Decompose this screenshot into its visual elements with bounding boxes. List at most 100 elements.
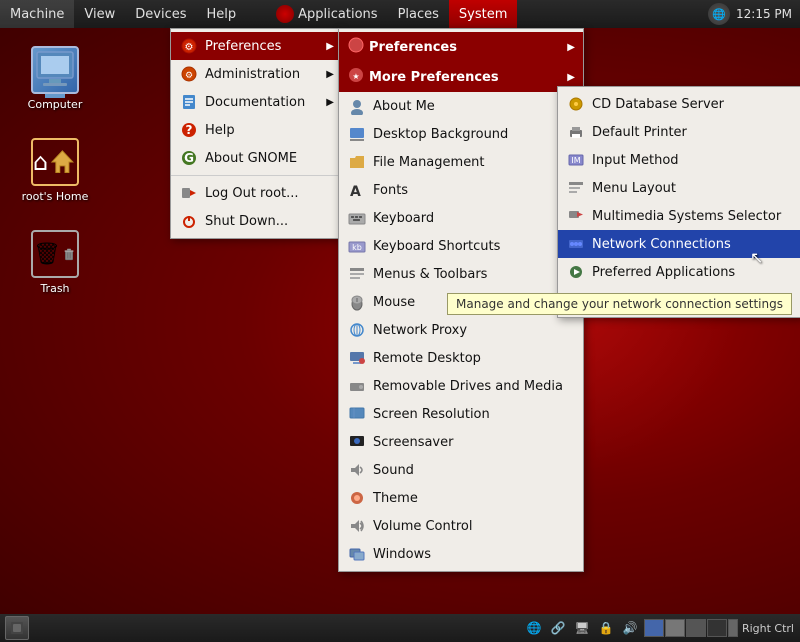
panel-menu-system[interactable]: System — [449, 0, 517, 28]
pref-volume-control[interactable]: Volume Control — [339, 512, 583, 540]
desktop-icon-computer[interactable]: Computer — [10, 40, 100, 117]
preferred-apps-icon — [566, 262, 586, 282]
pref-removable-drives[interactable]: Removable Drives and Media — [339, 372, 583, 400]
removable-drives-icon — [347, 376, 367, 396]
pref-menus-toolbars[interactable]: Menus & Toolbars — [339, 260, 583, 288]
panel-menu-view[interactable]: View — [74, 0, 125, 28]
panel-menu-applications[interactable]: Applications — [266, 0, 387, 28]
menu-item-preferences[interactable]: ⚙ Preferences ▶ — [171, 32, 339, 60]
menu-item-logout[interactable]: Log Out root... — [171, 179, 339, 207]
panel-menu-machine[interactable]: Machine — [0, 0, 74, 28]
theme-icon — [347, 488, 367, 508]
tray-icon-link[interactable]: 🔗 — [548, 618, 568, 638]
tray-icon-network[interactable]: 🌐 — [524, 618, 544, 638]
about-me-label: About Me — [373, 99, 563, 114]
menu-item-help[interactable]: ? Help — [171, 116, 339, 144]
computer-label: Computer — [28, 98, 83, 111]
svg-text:★: ★ — [352, 72, 359, 81]
pref-keyboard-shortcuts[interactable]: kb Keyboard Shortcuts — [339, 232, 583, 260]
home-icon-img — [31, 138, 79, 186]
fonts-icon: A — [347, 180, 367, 200]
pref-desktop-bg[interactable]: Desktop Background — [339, 120, 583, 148]
mouse-icon — [347, 292, 367, 312]
menu-item-administration[interactable]: ⚙ Administration ▶ — [171, 60, 339, 88]
input-method-label: Input Method — [592, 153, 781, 168]
administration-label: Administration — [205, 67, 319, 82]
preferred-apps-label: Preferred Applications — [592, 265, 781, 280]
panel-menu-devices[interactable]: Devices — [125, 0, 196, 28]
home-label: root's Home — [22, 190, 89, 203]
tray-icon-lock[interactable]: 🔒 — [596, 618, 616, 638]
svg-text:A: A — [350, 184, 361, 199]
menu-item-documentation[interactable]: Documentation ▶ — [171, 88, 339, 116]
sound-label: Sound — [373, 463, 563, 478]
network-connections-label: Network Connections — [592, 237, 781, 252]
svg-text:IM: IM — [571, 156, 580, 165]
svg-text:kb: kb — [352, 243, 362, 252]
pref-screensaver[interactable]: Screensaver — [339, 428, 583, 456]
windows-label: Windows — [373, 547, 563, 562]
pref-fonts[interactable]: A Fonts — [339, 176, 583, 204]
panel-left: Machine View Devices Help Applications P… — [0, 0, 700, 28]
desktop-icon-home[interactable]: root's Home — [10, 132, 100, 209]
remote-desktop-label: Remote Desktop — [373, 351, 563, 366]
pref-windows[interactable]: Windows — [339, 540, 583, 568]
color-square-right — [728, 619, 738, 637]
mp-network-connections[interactable]: Network Connections — [558, 230, 800, 258]
network-proxy-label: Network Proxy — [373, 323, 563, 338]
pref-about-me[interactable]: About Me — [339, 92, 583, 120]
theme-label: Theme — [373, 491, 563, 506]
svg-text:?: ? — [186, 123, 193, 137]
mp-sessions[interactable]: Sessions — [558, 286, 800, 314]
multimedia-selector-label: Multimedia Systems Selector — [592, 209, 781, 224]
pref-keyboard[interactable]: Keyboard — [339, 204, 583, 232]
more-prefs-item[interactable]: ★ More Preferences ▶ — [339, 62, 583, 92]
pref-mouse[interactable]: Mouse — [339, 288, 583, 316]
panel-menu-places[interactable]: Places — [388, 0, 449, 28]
mp-preferred-apps[interactable]: Preferred Applications — [558, 258, 800, 286]
sessions-label: Sessions — [592, 293, 781, 308]
pref-file-mgmt[interactable]: File Management — [339, 148, 583, 176]
desktop-icon-trash[interactable]: Trash — [10, 224, 100, 301]
top-panel: Machine View Devices Help Applications P… — [0, 0, 800, 28]
mp-input-method[interactable]: IM Input Method — [558, 146, 800, 174]
pref-network-proxy[interactable]: Network Proxy — [339, 316, 583, 344]
preferences-arrow: ▶ — [326, 41, 334, 52]
computer-icon-img — [31, 46, 79, 94]
prefs-header-label: Preferences — [369, 40, 457, 55]
tray-icon-volume[interactable]: 🔊 — [620, 618, 640, 638]
svg-text:⚙: ⚙ — [185, 71, 193, 81]
taskbar-btn-1[interactable] — [5, 616, 29, 640]
preferences-label: Preferences — [205, 39, 319, 54]
menu-item-about-gnome[interactable]: G About GNOME — [171, 144, 339, 172]
documentation-label: Documentation — [205, 95, 319, 110]
windows-icon — [347, 544, 367, 564]
svg-text:G: G — [184, 151, 194, 165]
prefs-header-arrow: ▶ — [567, 42, 575, 53]
taskbar-right: 🌐 🔗 🖥 🔒 🔊 Right Ctrl — [524, 618, 800, 638]
screensaver-label: Screensaver — [373, 435, 563, 450]
menus-toolbars-label: Menus & Toolbars — [373, 267, 563, 282]
mp-cd-database[interactable]: CD Database Server — [558, 90, 800, 118]
documentation-icon — [179, 92, 199, 112]
preferences-icon: ⚙ — [179, 36, 199, 56]
pref-screen-resolution[interactable]: Screen Resolution — [339, 400, 583, 428]
input-method-icon: IM — [566, 150, 586, 170]
network-status-icon: 🌐 — [708, 3, 730, 25]
mp-multimedia-selector[interactable]: Multimedia Systems Selector — [558, 202, 800, 230]
about-gnome-icon: G — [179, 148, 199, 168]
trash-label: Trash — [40, 282, 69, 295]
help-label: Help — [205, 123, 319, 138]
panel-menu-help[interactable]: Help — [197, 0, 247, 28]
pref-sound[interactable]: Sound — [339, 456, 583, 484]
mp-default-printer[interactable]: Default Printer — [558, 118, 800, 146]
pref-remote-desktop[interactable]: Remote Desktop — [339, 344, 583, 372]
file-mgmt-label: File Management — [373, 155, 563, 170]
pref-theme[interactable]: Theme — [339, 484, 583, 512]
mp-menu-layout[interactable]: Menu Layout — [558, 174, 800, 202]
tray-color-squares — [644, 619, 738, 637]
volume-control-icon — [347, 516, 367, 536]
network-proxy-icon — [347, 320, 367, 340]
menu-item-shutdown[interactable]: Shut Down... — [171, 207, 339, 235]
tray-icon-display[interactable]: 🖥 — [572, 618, 592, 638]
